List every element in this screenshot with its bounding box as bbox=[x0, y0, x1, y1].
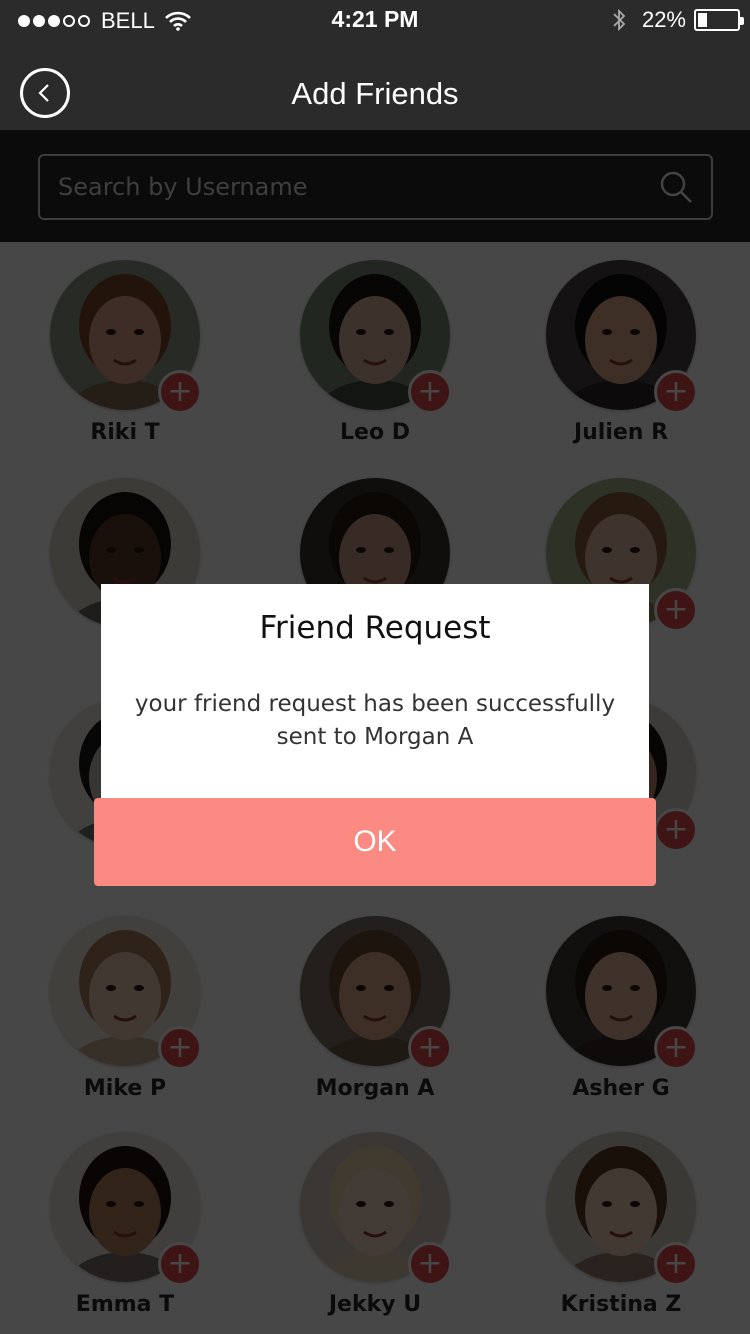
search-icon[interactable] bbox=[659, 170, 693, 204]
search-input[interactable] bbox=[58, 156, 638, 218]
battery-percent: 22% bbox=[641, 7, 686, 32]
search-bar bbox=[0, 130, 750, 242]
search-box[interactable] bbox=[38, 154, 713, 220]
bluetooth-icon bbox=[613, 8, 626, 32]
battery-icon bbox=[694, 9, 744, 31]
ok-button[interactable]: OK bbox=[94, 798, 656, 886]
status-bar: BELL 4:21 PM 22% bbox=[0, 0, 750, 40]
dialog-message: your friend request has been successfull… bbox=[134, 691, 616, 750]
friend-request-dialog: Friend Request your friend request has b… bbox=[101, 584, 649, 799]
dialog-title: Friend Request bbox=[259, 610, 491, 646]
nav-bar: Add Friends bbox=[0, 40, 750, 130]
page-title: Add Friends bbox=[291, 76, 459, 111]
battery-group: 22% bbox=[612, 7, 744, 33]
